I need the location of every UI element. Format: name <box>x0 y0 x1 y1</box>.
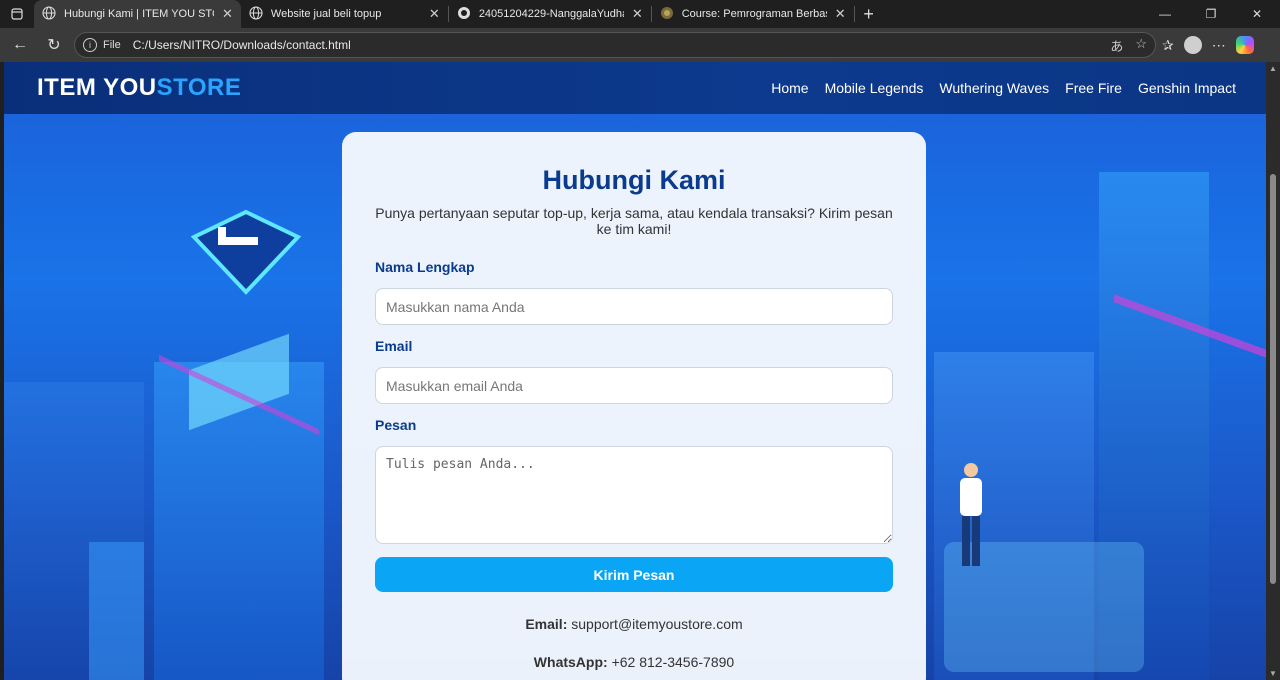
person-illustration <box>954 462 988 577</box>
page-subtitle: Punya pertanyaan seputar top-up, kerja s… <box>375 205 893 237</box>
tab-title: 24051204229-NanggalaYudhaKu <box>478 8 624 20</box>
globe-icon <box>249 5 263 23</box>
close-window-icon[interactable]: ✕ <box>1234 0 1280 28</box>
browser-tab-topup[interactable]: Website jual beli topup ✕ <box>241 0 448 28</box>
site-logo[interactable]: ITEM YOUSTORE <box>37 74 241 102</box>
browser-tab-github[interactable]: 24051204229-NanggalaYudhaKu ✕ <box>449 0 651 28</box>
tab-title: Hubungi Kami | ITEM YOU STORE <box>64 8 214 20</box>
shield-icon <box>186 207 306 302</box>
read-aloud-icon[interactable]: あ <box>1110 36 1123 55</box>
nav-wuthering-waves[interactable]: Wuthering Waves <box>939 80 1049 96</box>
email-info-label: Email: <box>525 616 568 632</box>
nav-free-fire[interactable]: Free Fire <box>1065 80 1122 96</box>
page-scrollbar[interactable]: ▲ ▼ <box>1266 62 1280 680</box>
page-title: Hubungi Kami <box>542 165 726 195</box>
close-tab-icon[interactable]: ✕ <box>429 6 440 22</box>
logo-text-primary: ITEM YOU <box>37 74 157 101</box>
address-bar: ← ↻ i File C:/Users/NITRO/Downloads/cont… <box>0 28 1280 62</box>
tab-title: Course: Pemrograman Berbasis Pl <box>681 8 827 20</box>
whatsapp-label: WhatsApp: <box>533 654 608 670</box>
favorite-star-icon[interactable]: ☆ <box>1135 36 1147 55</box>
url-input[interactable]: i File C:/Users/NITRO/Downloads/contact.… <box>74 32 1156 58</box>
maximize-icon[interactable]: ❐ <box>1188 0 1234 28</box>
contact-card: Hubungi Kami Punya pertanyaan seputar to… <box>342 132 926 680</box>
nav-mobile-legends[interactable]: Mobile Legends <box>825 80 924 96</box>
url-text: C:/Users/NITRO/Downloads/contact.html <box>132 38 351 52</box>
browser-tab-contact[interactable]: Hubungi Kami | ITEM YOU STORE ✕ <box>34 0 241 28</box>
name-input[interactable] <box>375 288 893 325</box>
more-icon[interactable]: ⋯ <box>1212 37 1226 54</box>
site-header: ITEM YOUSTORE Home Mobile Legends Wuther… <box>4 62 1266 114</box>
tab-title: Website jual beli topup <box>270 8 382 20</box>
info-icon[interactable]: i <box>83 38 97 52</box>
main-nav: Home Mobile Legends Wuthering Waves Free… <box>771 80 1236 96</box>
scheme-label: File <box>103 39 121 51</box>
name-label: Nama Lengkap <box>375 259 475 275</box>
message-textarea[interactable] <box>375 446 893 544</box>
close-tab-icon[interactable]: ✕ <box>222 6 233 22</box>
submit-button[interactable]: Kirim Pesan <box>375 557 893 592</box>
nav-genshin-impact[interactable]: Genshin Impact <box>1138 80 1236 96</box>
nav-home[interactable]: Home <box>771 80 808 96</box>
profile-avatar[interactable] <box>1183 36 1202 54</box>
message-label: Pesan <box>375 417 417 433</box>
scroll-down-icon[interactable]: ▼ <box>1269 669 1277 678</box>
email-label: Email <box>375 338 413 354</box>
tab-actions-icon[interactable] <box>0 0 34 28</box>
new-tab-icon[interactable]: + <box>855 4 883 25</box>
contact-whatsapp-info: WhatsApp: +62 812-3456-7890 <box>375 654 893 670</box>
course-icon <box>660 6 674 23</box>
back-icon[interactable]: ← <box>6 31 34 59</box>
scroll-up-icon[interactable]: ▲ <box>1269 64 1277 73</box>
minimize-icon[interactable]: — <box>1142 0 1188 28</box>
close-tab-icon[interactable]: ✕ <box>632 6 643 22</box>
browser-tab-bar: Hubungi Kami | ITEM YOU STORE ✕ Website … <box>0 0 1280 28</box>
whatsapp-value: +62 812-3456-7890 <box>611 654 735 670</box>
scrollbar-thumb[interactable] <box>1270 174 1276 584</box>
close-tab-icon[interactable]: ✕ <box>835 6 846 22</box>
email-info-value: support@itemyoustore.com <box>571 616 743 632</box>
github-icon <box>457 6 471 23</box>
page-viewport: ITEM YOUSTORE Home Mobile Legends Wuther… <box>4 62 1266 680</box>
reload-icon[interactable]: ↻ <box>40 31 68 59</box>
copilot-icon[interactable] <box>1235 36 1254 54</box>
browser-tab-course[interactable]: Course: Pemrograman Berbasis Pl ✕ <box>652 0 854 28</box>
globe-icon <box>42 5 56 23</box>
logo-text-accent: STORE <box>156 74 242 101</box>
contact-email-info: Email: support@itemyoustore.com <box>375 616 893 632</box>
email-input[interactable] <box>375 367 893 404</box>
window-controls: — ❐ ✕ <box>1142 0 1280 28</box>
favorites-icon[interactable]: ✰ <box>1162 37 1174 54</box>
